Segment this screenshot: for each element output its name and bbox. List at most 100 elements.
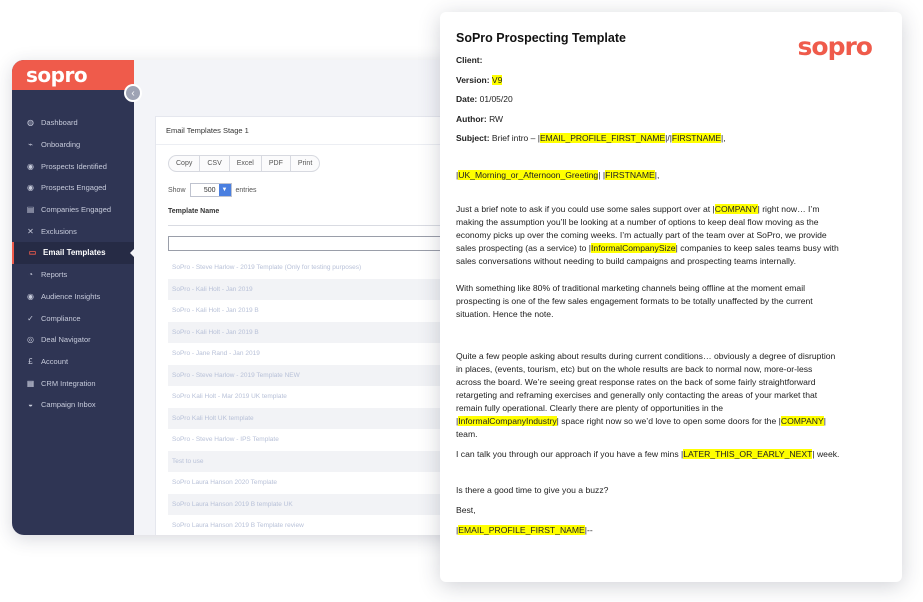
table-row[interactable]: Test to use: [168, 450, 466, 472]
show-label: Show: [168, 186, 186, 194]
prospects-engaged-icon: ◉: [27, 183, 34, 193]
pdf-button[interactable]: PDF: [261, 155, 291, 172]
onboarding-icon: ⌁: [28, 140, 33, 150]
signature-line: |EMAIL_PROFILE_FIRST_NAME|--: [456, 524, 886, 537]
entries-label: entries: [235, 186, 257, 194]
reports-icon: ◔: [28, 270, 33, 280]
copy-button[interactable]: Copy: [168, 155, 201, 172]
table-row[interactable]: SoPro - Kali Holt - Jan 2019 B: [168, 321, 466, 343]
sidebar-item-campaign-inbox[interactable]: ◒ Campaign Inbox: [12, 394, 134, 416]
p3-line-7: team.: [456, 429, 478, 439]
p3-line-2: in places, (events, tourism, etc) but on…: [456, 364, 813, 374]
companies-engaged-icon: ▤: [26, 205, 35, 215]
table-row[interactable]: SoPro Laura Hanson 2019 B Template revie…: [168, 515, 466, 535]
chevron-down-icon: ▼: [218, 184, 231, 196]
template-document: SoPro Prospecting Template sopro Client:…: [440, 12, 902, 582]
collapse-sidebar-button[interactable]: ‹: [124, 84, 142, 102]
p4-text-b: | week.: [812, 449, 840, 459]
template-name-filter-input[interactable]: [168, 236, 466, 251]
table-row[interactable]: SoPro - Steve Harlow - IPS Template: [168, 429, 466, 451]
sidebar-item-label: Reports: [41, 270, 68, 280]
p3-line-3: across the board. We’re seeing great res…: [456, 377, 816, 387]
table-row[interactable]: SoPro - Steve Harlow - 2019 Template (On…: [168, 257, 466, 279]
sidebar: sopro ◍ Dashboard ⌁ Onboarding ◉ Prospects Id…: [12, 60, 135, 535]
screenshot-stage: sopro ◍ Dashboard ⌁ Onboarding ◉ Prospects Id…: [0, 0, 923, 602]
p2-line-2: prospecting is one of the few sales enga…: [456, 296, 813, 306]
export-button-group: Copy CSV Excel PDF Print: [168, 155, 467, 172]
sig-text-b: |--: [584, 525, 593, 535]
version-value: V9: [491, 74, 503, 85]
print-button[interactable]: Print: [290, 155, 321, 172]
sidebar-item-prospects-engaged[interactable]: ◉ Prospects Engaged: [12, 177, 134, 199]
p3-industry-token: InformalCompanyIndustry: [458, 416, 557, 426]
author-line: Author: RW: [456, 114, 886, 124]
p3-company-token: COMPANY: [780, 416, 824, 426]
email-templates-card: Email Templates Stage 1 Copy CSV Excel PDF P…: [155, 116, 467, 535]
column-header-template-name[interactable]: Template Name: [168, 208, 466, 226]
table-row[interactable]: SoPro Laura Hanson 2019 B template UK: [168, 493, 466, 515]
email-templates-icon: ▭: [28, 248, 37, 258]
subject-suffix: |,: [721, 133, 726, 143]
sidebar-item-label: Prospects Engaged: [41, 183, 107, 193]
table-row[interactable]: SoPro - Steve Harlow - 2019 Template NEW: [168, 364, 466, 386]
subject-label: Subject:: [456, 133, 490, 143]
paragraph-2: With something like 80% of traditional m…: [456, 282, 886, 321]
table-row[interactable]: SoPro Kali Holt - Mar 2019 UK template: [168, 386, 466, 408]
paragraph-4: I can talk you through our approach if y…: [456, 448, 886, 461]
account-icon: £: [28, 356, 33, 366]
table-row[interactable]: SoPro - Kali Holt - Jan 2019: [168, 278, 466, 300]
table-row[interactable]: SoPro Kali Holt UK template: [168, 407, 466, 429]
greeting-firstname-token: FIRSTNAME: [605, 170, 655, 180]
date-label: Date:: [456, 94, 478, 104]
sidebar-item-account[interactable]: £ Account: [12, 351, 134, 373]
sidebar-item-email-templates[interactable]: ▭ Email Templates: [12, 242, 135, 264]
deal-navigator-icon: ◎: [27, 335, 34, 345]
templates-table-body: SoPro - Steve Harlow - 2019 Template (On…: [168, 257, 466, 535]
table-row[interactable]: SoPro - Jane Rand - Jan 2019: [168, 343, 466, 365]
sidebar-item-dashboard[interactable]: ◍ Dashboard: [12, 112, 134, 134]
p1-line-3: economy picks up over the coming weeks. …: [456, 230, 827, 240]
crm-integration-icon: ▦: [26, 378, 35, 388]
sidebar-logo[interactable]: sopro: [12, 60, 134, 90]
sidebar-item-label: Deal Navigator: [41, 335, 91, 345]
p1-line-4b: | companies to keep sales teams busy wit…: [675, 243, 839, 253]
chevron-left-icon: ‹: [131, 87, 135, 99]
sidebar-item-crm-integration[interactable]: ▦ CRM Integration: [12, 372, 134, 394]
csv-button[interactable]: CSV: [200, 155, 230, 172]
compliance-icon: ✓: [27, 313, 34, 323]
greeting-line: |UK_Morning_or_Afternoon_Greeting| |FIRS…: [456, 169, 886, 182]
sidebar-item-exclusions[interactable]: ✕ Exclusions: [12, 220, 134, 242]
sidebar-item-reports[interactable]: ◔ Reports: [12, 264, 134, 286]
dashboard-icon: ◍: [27, 118, 34, 128]
sidebar-item-onboarding[interactable]: ⌁ Onboarding: [12, 134, 134, 156]
sopro-logo: sopro: [26, 63, 88, 87]
sidebar-item-label: Dashboard: [41, 118, 78, 128]
p4-text-a: I can talk you through our approach if y…: [456, 449, 684, 459]
sidebar-item-companies-engaged[interactable]: ▤ Companies Engaged: [12, 199, 134, 221]
sidebar-item-deal-navigator[interactable]: ◎ Deal Navigator: [12, 329, 134, 351]
prospects-identified-icon: ◉: [27, 161, 34, 171]
greeting-token: UK_Morning_or_Afternoon_Greeting: [458, 170, 599, 180]
p3-line-6b: | space right now so we’d love to open s…: [556, 416, 781, 426]
campaign-inbox-icon: ◒: [28, 400, 33, 410]
sidebar-item-audience-insights[interactable]: ◉ Audience Insights: [12, 286, 134, 308]
excel-button[interactable]: Excel: [229, 155, 262, 172]
date-line: Date: 01/05/20: [456, 94, 886, 104]
sidebar-item-label: Companies Engaged: [41, 205, 112, 215]
table-row[interactable]: SoPro - Kali Holt - Jan 2019 B: [168, 300, 466, 322]
sidebar-item-compliance[interactable]: ✓ Compliance: [12, 307, 134, 329]
sidebar-item-label: Email Templates: [43, 248, 106, 258]
client-label: Client:: [456, 55, 483, 65]
subject-line: Subject: Brief intro – |EMAIL_PROFILE_FI…: [456, 133, 886, 143]
page-length-control: Show 500 ▼ entries: [168, 183, 467, 197]
sidebar-item-label: Campaign Inbox: [41, 400, 96, 410]
sidebar-item-prospects-identified[interactable]: ◉ Prospects Identified: [12, 155, 134, 177]
entries-select[interactable]: 500 ▼: [189, 183, 232, 197]
table-row[interactable]: SoPro Laura Hanson 2020 Template: [168, 472, 466, 494]
p3-line-6c: |: [823, 416, 826, 426]
app-window: sopro ◍ Dashboard ⌁ Onboarding ◉ Prospects Id…: [12, 60, 467, 535]
sidebar-item-label: Compliance: [41, 313, 81, 323]
exclusions-icon: ✕: [27, 226, 34, 236]
sidebar-item-label: CRM Integration: [41, 378, 96, 388]
signature-token: EMAIL_PROFILE_FIRST_NAME: [458, 525, 585, 535]
